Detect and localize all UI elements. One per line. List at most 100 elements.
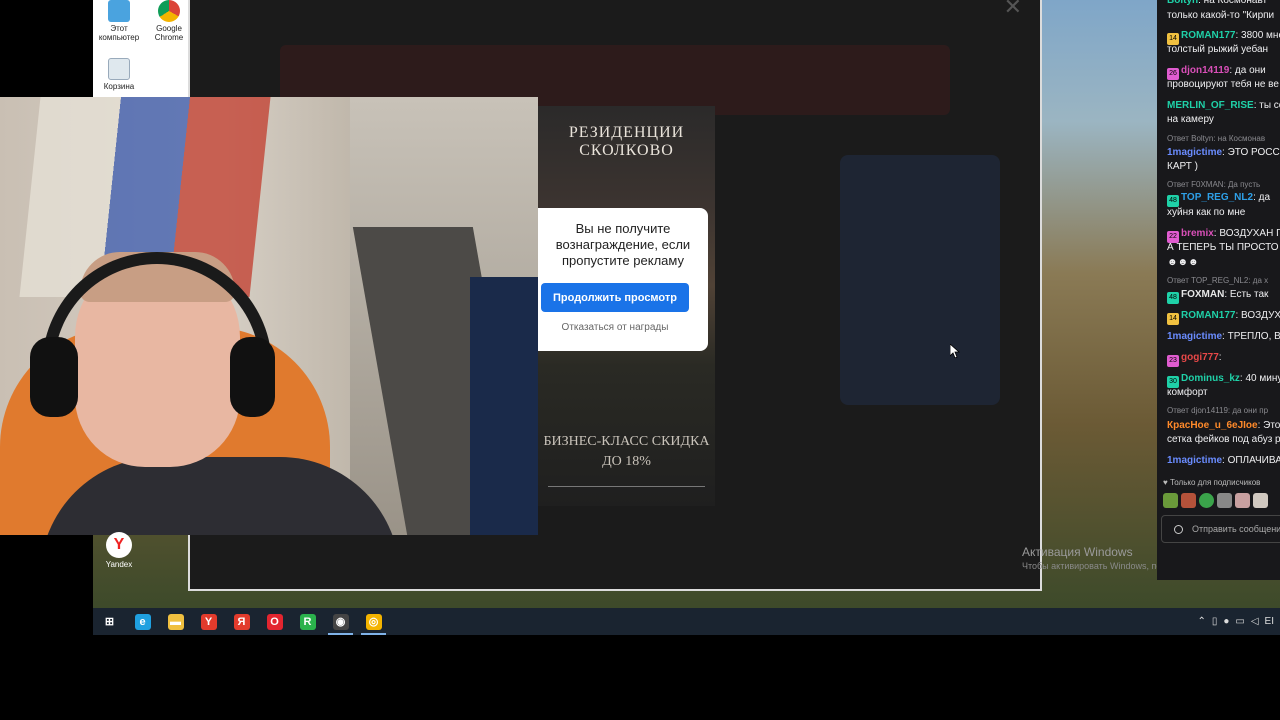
- chat-message-continuation: только какой-то "Кирпи: [1167, 9, 1280, 23]
- chat-message-text: 3800 мне: [1238, 30, 1280, 41]
- taskbar-item-file-explorer[interactable]: ▬: [159, 608, 192, 635]
- stream-chat-panel: Boltyn: на Космонавт только какой-то "Кир…: [1157, 0, 1280, 580]
- obs-icon: ◉: [332, 613, 349, 630]
- chat-message-text: ВОЗДУХАН П: [1216, 228, 1280, 239]
- chrome-icon: ◎: [365, 613, 382, 630]
- chat-username[interactable]: ROMAN177: [1181, 30, 1235, 41]
- chat-message-input[interactable]: Отправить сообщение: [1161, 515, 1280, 543]
- microphone-icon[interactable]: ●: [1223, 616, 1229, 627]
- chevron-up-icon[interactable]: ⌃: [1197, 616, 1205, 627]
- chat-message-text: на Космонавт: [1200, 0, 1268, 6]
- chat-username[interactable]: djon14119: [1181, 65, 1229, 76]
- taskbar-item-chrome[interactable]: ◎: [357, 608, 390, 635]
- chat-message: MERLIN_OF_RISE: ты сс: [1167, 99, 1280, 113]
- yandex-icon: Y: [200, 613, 217, 630]
- chat-username[interactable]: 1magictime: [1167, 331, 1222, 342]
- chat-message-text: да они: [1232, 65, 1266, 76]
- webcam-jacket: [470, 277, 538, 535]
- chat-message-continuation: сетка фейков под абуз р: [1167, 433, 1280, 447]
- subscriber-badge-icon: 23: [1167, 355, 1179, 367]
- edge-icon: e: [134, 613, 151, 630]
- subscribers-only-notice: ♥ Только для подписчиков: [1163, 478, 1260, 487]
- volume-icon[interactable]: ◁: [1251, 616, 1259, 627]
- chat-username[interactable]: Dominus_kz: [1181, 373, 1240, 384]
- chat-message-text: на камеру: [1167, 114, 1214, 125]
- reply-text: Ответ Boltyn: на Космонав: [1167, 134, 1266, 143]
- chat-message: 1magictime: ЭТО РОССЭ: [1167, 146, 1280, 160]
- webcam-overlay: [0, 97, 538, 535]
- chat-username[interactable]: gogi777: [1181, 352, 1219, 363]
- taskbar-item-edge[interactable]: e: [126, 608, 159, 635]
- taskbar-item-windows-start[interactable]: ⊞: [93, 608, 126, 635]
- desktop-icon-label: Этот компьютер: [98, 24, 140, 42]
- chat-message-continuation: толстый рыжий уебан: [1167, 43, 1280, 57]
- chat-username[interactable]: bremix: [1181, 228, 1214, 239]
- chrome-icon: [158, 0, 180, 22]
- yandex-desktop-icon[interactable]: Y Yandex: [101, 532, 137, 569]
- taskbar: ⊞ e ▬ Y Я O R ◉ ◎ ⌃ ▯ ● ▭ ◁ ЕІ: [93, 608, 1280, 635]
- device-icon[interactable]: ▯: [1212, 616, 1218, 627]
- chat-message-continuation: на камеру: [1167, 113, 1280, 127]
- ad-divider: [548, 486, 705, 487]
- taskbar-item-razer[interactable]: R: [291, 608, 324, 635]
- chat-message-continuation: провоцируют тебя не ве: [1167, 78, 1280, 92]
- chat-reply-context: Ответ TOP_REG_NL2: да х: [1167, 276, 1268, 285]
- decline-reward-link[interactable]: Отказаться от награды: [538, 322, 692, 333]
- chat-message-text: ТРЕПЛО, ВЫ: [1227, 331, 1280, 342]
- chat-message: Boltyn: на Космонавт: [1167, 0, 1280, 8]
- chat-message-text: А ТЕПЕРЬ ТЫ ПРОСТО П: [1167, 242, 1280, 253]
- reward-warning-text: Вы не получите вознаграждение, если проп…: [555, 221, 691, 268]
- chat-username[interactable]: MERLIN_OF_RISE: [1167, 100, 1254, 111]
- continue-watching-button[interactable]: Продолжить просмотр: [541, 283, 689, 312]
- network-icon[interactable]: ▭: [1235, 616, 1244, 627]
- recycle-bin-icon: [108, 58, 130, 80]
- chat-message-text: ВОЗДУХ: [1238, 310, 1280, 321]
- chat-message-continuation: А ТЕПЕРЬ ТЫ ПРОСТО П: [1167, 241, 1280, 255]
- chat-message-text: 40 мину: [1242, 373, 1280, 384]
- chat-message-text: ОПЛАЧИВА: [1224, 455, 1280, 466]
- subscribers-only-label: Только для подписчиков: [1169, 478, 1261, 487]
- system-tray: ⌃ ▯ ● ▭ ◁ ЕІ: [1197, 608, 1274, 635]
- file-explorer-icon: ▬: [167, 613, 184, 630]
- emote-icon[interactable]: [1181, 493, 1196, 508]
- computer-icon: [108, 0, 130, 22]
- emote-icon[interactable]: [1217, 493, 1232, 508]
- chat-username[interactable]: 1magictime: [1167, 147, 1222, 158]
- recycle-bin-desktop-icon[interactable]: Корзина: [95, 58, 143, 91]
- heart-icon: ♥: [1163, 478, 1168, 487]
- chat-username[interactable]: 1magictime: [1167, 455, 1222, 466]
- chat-message: 1magictime: ТРЕПЛО, ВЫ: [1167, 330, 1280, 344]
- chat-username[interactable]: ROMAN177: [1181, 310, 1235, 321]
- chat-username[interactable]: TOP_REG_NL2: [1181, 192, 1253, 203]
- mouse-cursor-icon: [949, 343, 961, 363]
- chat-username[interactable]: FOXMAN: [1181, 289, 1224, 300]
- reply-text: Ответ TOP_REG_NL2: да х: [1167, 276, 1269, 285]
- emote-icon[interactable]: [1163, 493, 1178, 508]
- taskbar-item-opera[interactable]: O: [258, 608, 291, 635]
- razer-icon: R: [299, 613, 316, 630]
- desktop-icon-label: Google Chrome: [154, 24, 184, 42]
- taskbar-item-yandex-browser[interactable]: Я: [225, 608, 258, 635]
- chat-message: 23 gogi777:: [1167, 351, 1280, 367]
- opera-icon: O: [266, 613, 283, 630]
- taskbar-item-yandex[interactable]: Y: [192, 608, 225, 635]
- language-indicator[interactable]: ЕІ: [1265, 616, 1274, 627]
- desktop-icons-panel: Этот компьютер Google Chrome Корзина: [93, 0, 188, 98]
- taskbar-item-obs[interactable]: ◉: [324, 608, 357, 635]
- chat-username[interactable]: Boltyn: [1167, 0, 1198, 6]
- chat-username[interactable]: КрасНое_u_6eJIoe: [1167, 420, 1258, 431]
- chat-message-text: только какой-то "Кирпи: [1167, 10, 1275, 21]
- emote-icon[interactable]: [1199, 493, 1214, 508]
- chat-message: 48 TOP_REG_NL2: да: [1167, 191, 1280, 207]
- subscriber-badge-icon: 14: [1167, 313, 1179, 325]
- emote-icon[interactable]: [1235, 493, 1250, 508]
- emote-icon[interactable]: [1253, 493, 1268, 508]
- subscriber-badge-icon: 48: [1167, 292, 1179, 304]
- this-pc-desktop-icon[interactable]: Этот компьютер: [95, 0, 143, 42]
- chat-message: 48 FOXMAN: Есть так: [1167, 288, 1280, 304]
- chat-message-continuation: комфорт: [1167, 386, 1280, 400]
- chrome-desktop-icon[interactable]: Google Chrome: [145, 0, 193, 42]
- headphone-right-cup: [230, 337, 275, 417]
- close-icon[interactable]: ✕: [1004, 0, 1022, 20]
- chat-settings-icon[interactable]: [1174, 525, 1183, 534]
